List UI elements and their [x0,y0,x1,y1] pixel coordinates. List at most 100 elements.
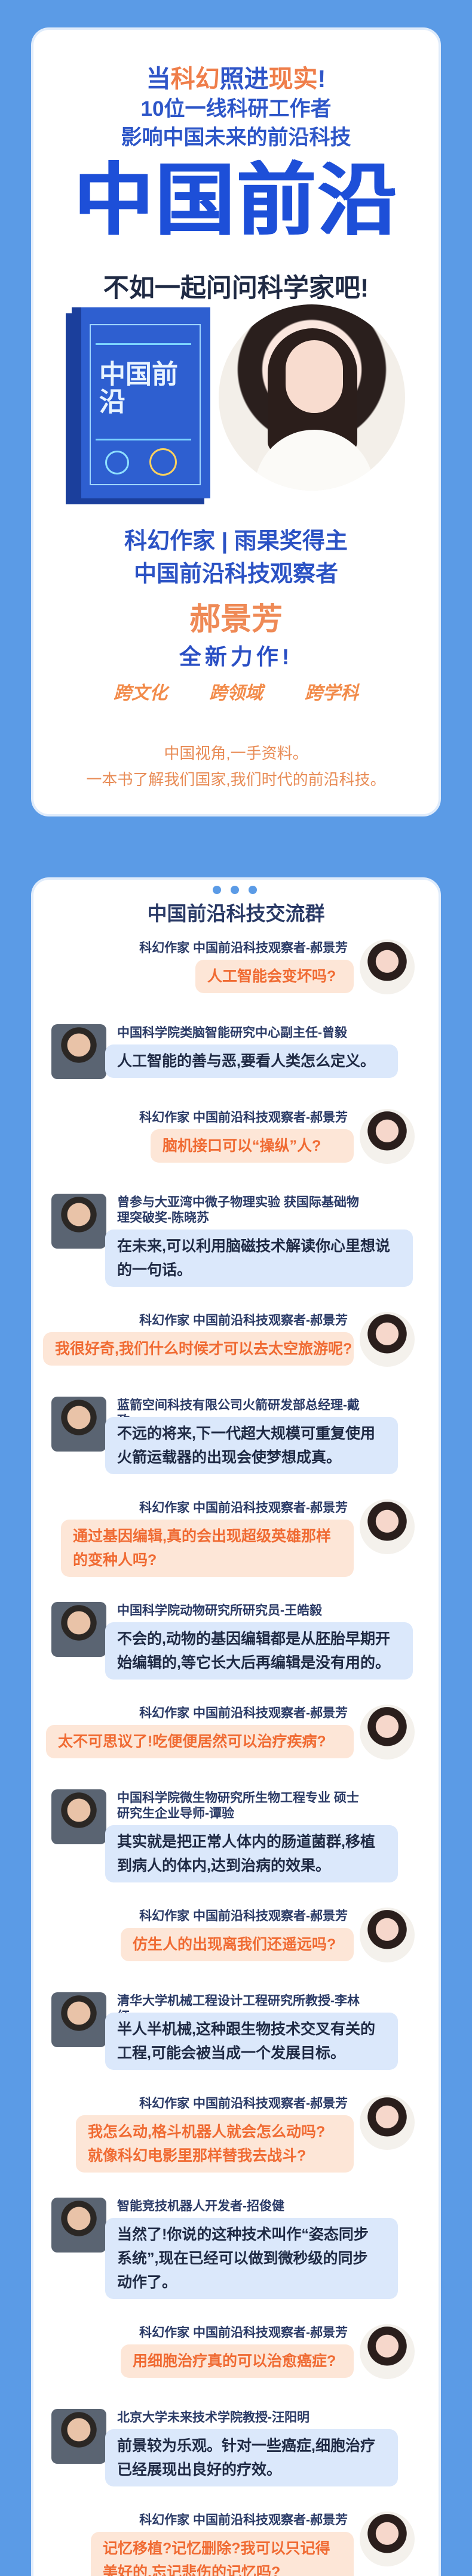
message-bubble: 在未来,可以利用脑磁技术解读你心里想说 的一句话。 [105,1230,413,1287]
message-bubble: 通过基因编辑,真的会出现超级英雄那样 的变种人吗? [61,1520,354,1577]
avatar [360,1705,415,1760]
chat-group-card: 中国前沿科技交流群 科幻作家 中国前沿科技观察者-郝景芳 人工智能会变坏吗? 中国科… [31,877,441,2576]
sender-name: 科幻作家 中国前沿科技观察者-郝景芳 [139,2326,348,2340]
sender-name: 科幻作家 中国前沿科技观察者-郝景芳 [139,941,348,955]
chat-message-outgoing: 科幻作家 中国前沿科技观察者-郝景芳脑机接口可以“操纵”人? [33,1109,443,1169]
chat-message-outgoing: 科幻作家 中国前沿科技观察者-郝景芳通过基因编辑,真的会出现超级英雄那样 的变种人… [33,1499,443,1577]
avatar [51,2409,106,2464]
message-line: 不远的将来,下一代超大规模可重复使用 [117,1425,375,1442]
message-line: 我怎么动,格斗机器人就会怎么动吗? [88,2124,326,2140]
chat-message-incoming: 曾参与大亚湾中微子物理实验 获国际基础物理突破奖-陈晓苏在未来,可以利用脑磁技术… [33,1194,443,1287]
description-line-1: 中国视角,一手资料。 [164,744,308,762]
message-line: 的变种人吗? [73,1552,157,1569]
message-line: 始编辑的,等它长大后再编辑是没有用的。 [117,1654,390,1671]
sender-name: 科幻作家 中国前沿科技观察者-郝景芳 [139,1314,348,1327]
tag: 跨领域 [209,683,263,703]
author-portrait [219,304,405,491]
decoration-dot [231,886,239,894]
message-line: 火箭运载器的出现会使梦想成真。 [117,1449,342,1466]
sender-name: 中国科学院动物研究所研究员-王皓毅 [117,1604,322,1617]
sender-name: 中国科学院微生物研究所生物工程专业 硕士研究生企业导师-谭验 [117,1791,359,1820]
chat-message-outgoing: 科幻作家 中国前沿科技观察者-郝景芳我很好奇,我们什么时候才可以去太空旅游呢? [33,1312,443,1372]
sender-name: 北京大学未来技术学院教授-汪阳明 [117,2411,309,2424]
book-cover-decoration [105,451,129,474]
message-line: 在未来,可以利用脑磁技术解读你心里想说 [117,1238,390,1255]
sender-name: 中国科学院类脑智能研究中心副主任-曾毅 [117,1026,347,1040]
chat-message-outgoing: 科幻作家 中国前沿科技观察者-郝景芳 太不可思议了!吃便便居然可以治疗疾病? [33,1705,443,1764]
chat-title: 中国前沿科技交流群 [147,902,325,925]
sender-name: 科幻作家 中国前沿科技观察者-郝景芳 [139,1501,348,1515]
book-promo-card: 当科幻照进现实! 10位一线科研工作者 影响中国未来的前沿科技 中国前沿 不如一… [31,27,441,816]
chat-message-incoming: 北京大学未来技术学院教授-汪阳明前景较为乐观。针对一些癌症,细胞治疗 已经展现出良… [33,2409,443,2486]
tag-row: 跨文化 跨领域 跨学科 [33,678,439,704]
avatar [360,1499,415,1554]
message-line: 系统”,现在已经可以做到微秒级的同步 [117,2250,368,2267]
avatar [51,1602,106,1657]
avatar [51,1397,106,1452]
avatar [51,1789,106,1844]
chat-message-incoming: 清华大学机械工程设计工程研究所教授-李林红半人半机械,这种跟生物技术交叉有关的工… [33,1992,443,2070]
message-line: 不会的,动物的基因编辑都是从胚胎早期开 [117,1631,390,1647]
headline-line-3: 影响中国未来的前沿科技 [121,126,351,149]
message-line: 人工智能会变坏吗? [207,968,336,985]
book-cover-decoration [96,343,191,345]
sender-name: 科幻作家 中国前沿科技观察者-郝景芳 [139,1909,348,1923]
tag: 跨学科 [305,683,358,703]
message-line: 通过基因编辑,真的会出现超级英雄那样 [73,1528,331,1545]
message-line: 记忆移植?记忆删除?我可以只记得 [103,2540,330,2557]
message-bubble: 我很好奇,我们什么时候才可以去太空旅游呢? [43,1332,354,1366]
avatar [51,2198,106,2253]
sender-name: 智能竞技机器人开发者-招俊健 [117,2199,284,2213]
message-bubble: 不会的,动物的基因编辑都是从胚胎早期开 始编辑的,等它长大后再编辑是没有用的。 [105,1622,413,1680]
avatar [51,1024,106,1079]
message-line: 工程,可能会被当成一个发展目标。 [117,2045,345,2062]
sender-name: 科幻作家 中国前沿科技观察者-郝景芳 [139,2097,348,2110]
avatar [360,2512,415,2566]
sender-name: 曾参与大亚湾中微子物理实验 获国际基础物理突破奖-陈晓苏 [117,1195,359,1225]
avatar [360,1312,415,1367]
message-bubble: 当然了!你说的这种技术叫作“姿态同步 系统”,现在已经可以做到微秒级的同步 动作了。 [105,2218,398,2299]
avatar [360,1109,415,1164]
headline-line-1: 当科幻照进现实! [146,65,326,93]
author-subtitle-1: 科幻作家 | 雨果奖得主 [124,529,348,554]
book-cover-decoration [149,448,177,476]
book-cover-decoration [96,439,191,440]
message-bubble: 脑机接口可以“操纵”人? [151,1129,354,1163]
message-line: 美好的,忘记悲伤的记忆吗? [103,2564,281,2576]
chat-message-incoming: 中国科学院类脑智能研究中心副主任-曾毅人工智能的善与恶,要看人类怎么定义。 [33,1024,443,1084]
avatar [360,2324,415,2379]
message-line: 仿生人的出现离我们还遥远吗? [133,1936,336,1953]
message-line: 其实就是把正常人体内的肠道菌群,移植 [117,1834,375,1850]
sender-name: 科幻作家 中国前沿科技观察者-郝景芳 [139,1706,348,1720]
avatar [51,1194,106,1249]
avatar [360,2095,415,2150]
message-line: 已经展现出良好的疗效。 [117,2461,282,2478]
description-line-2: 一本书了解我们国家,我们时代的前沿科技。 [86,771,386,788]
message-line: 的一句话。 [117,1262,192,1278]
sender-name: 科幻作家 中国前沿科技观察者-郝景芳 [139,1111,348,1124]
new-work-label: 全新力作! [179,645,293,669]
avatar [360,1908,415,1962]
sender-name: 科幻作家 中国前沿科技观察者-郝景芳 [139,2513,348,2527]
message-bubble: 记忆移植?记忆删除?我可以只记得美好的,忘记悲伤的记忆吗? [91,2532,354,2576]
slogan: 不如一起问问科学家吧! [103,274,369,303]
message-bubble: 用细胞治疗真的可以治愈癌症? [121,2344,354,2378]
message-line: 就像科幻电影里那样替我去战斗? [88,2147,307,2164]
poster: 当科幻照进现实! 10位一线科研工作者 影响中国未来的前沿科技 中国前沿 不如一… [0,0,472,2576]
message-line: 当然了!你说的这种技术叫作“姿态同步 [117,2226,369,2243]
message-bubble: 我怎么动,格斗机器人就会怎么动吗? 就像科幻电影里那样替我去战斗? [76,2115,354,2173]
message-bubble: 前景较为乐观。针对一些癌症,细胞治疗 已经展现出良好的疗效。 [105,2429,398,2486]
chat-message-outgoing: 科幻作家 中国前沿科技观察者-郝景芳人工智能会变坏吗? [33,939,443,999]
message-bubble: 仿生人的出现离我们还遥远吗? [121,1928,354,1961]
chat-message-outgoing: 科幻作家 中国前沿科技观察者-郝景芳记忆移植?记忆删除?我可以只记得美好的,忘记… [33,2512,443,2576]
chat-message-outgoing: 科幻作家 中国前沿科技观察者-郝景芳仿生人的出现离我们还遥远吗? [33,1908,443,1967]
message-bubble: 人工智能的善与恶,要看人类怎么定义。 [105,1044,398,1078]
decoration-dot [213,886,221,894]
big-title: 中国前沿 [73,156,399,244]
headline-line-2: 10位一线科研工作者 [140,97,332,121]
chat-message-incoming: 蓝箭空间科技有限公司火箭研发部总经理-戴政不远的将来,下一代超大规模可重复使用火… [33,1397,443,1474]
author-subtitle-2: 中国前沿科技观察者 [133,562,338,587]
message-line: 我很好奇,我们什么时候才可以去太空旅游呢? [55,1341,353,1357]
book-cover-title: 中国前沿 [99,360,178,417]
message-bubble: 其实就是把正常人体内的肠道菌群,移植 到病人的体内,达到治病的效果。 [105,1825,398,1882]
